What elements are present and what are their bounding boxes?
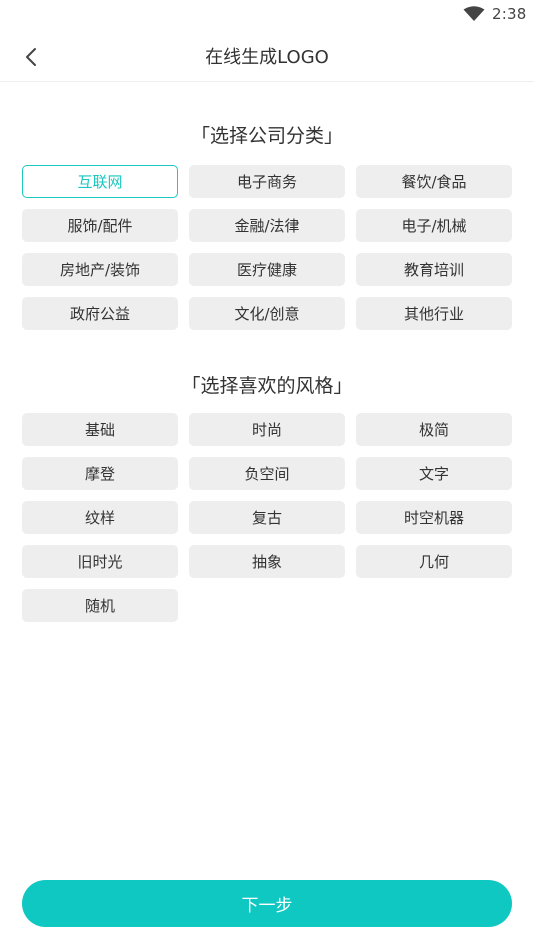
page-title: 在线生成LOGO bbox=[205, 47, 329, 68]
style-chip[interactable]: 时空机器 bbox=[356, 501, 512, 534]
category-chip[interactable]: 房地产/装饰 bbox=[22, 253, 178, 286]
style-grid: 基础 时尚 极简摩登 负空间 文字纹样 复古 时空机器旧时光 抽象 几何随机 bbox=[22, 413, 512, 622]
style-section-title: 「选择喜欢的风格」 bbox=[181, 375, 353, 397]
category-chip[interactable]: 金融/法律 bbox=[189, 209, 345, 242]
category-chip[interactable]: 政府公益 bbox=[22, 297, 178, 330]
category-section-title: 「选择公司分类」 bbox=[190, 125, 343, 147]
category-chip[interactable]: 互联网 bbox=[22, 165, 178, 198]
style-chip[interactable]: 抽象 bbox=[189, 545, 345, 578]
wifi-icon bbox=[463, 6, 485, 21]
style-chip[interactable]: 旧时光 bbox=[22, 545, 178, 578]
category-chip[interactable]: 其他行业 bbox=[356, 297, 512, 330]
style-chip[interactable]: 极简 bbox=[356, 413, 512, 446]
category-chip[interactable]: 餐饮/食品 bbox=[356, 165, 512, 198]
style-chip[interactable]: 纹样 bbox=[22, 501, 178, 534]
category-grid: 互联网 电子商务 餐饮/食品服饰/配件 金融/法律 电子/机械房地产/装饰 医疗健康 教育培… bbox=[22, 165, 512, 330]
style-chip[interactable]: 几何 bbox=[356, 545, 512, 578]
status-time: 2:38 bbox=[492, 5, 527, 23]
category-chip[interactable]: 服饰/配件 bbox=[22, 209, 178, 242]
style-chip[interactable]: 随机 bbox=[22, 589, 178, 622]
next-step-button[interactable]: 下一步 bbox=[22, 880, 512, 927]
category-chip[interactable]: 电子/机械 bbox=[356, 209, 512, 242]
style-chip[interactable]: 摩登 bbox=[22, 457, 178, 490]
category-chip[interactable]: 医疗健康 bbox=[189, 253, 345, 286]
style-chip[interactable]: 文字 bbox=[356, 457, 512, 490]
style-chip[interactable]: 负空间 bbox=[189, 457, 345, 490]
style-chip[interactable]: 时尚 bbox=[189, 413, 345, 446]
style-chip[interactable]: 基础 bbox=[22, 413, 178, 446]
style-chip[interactable]: 复古 bbox=[189, 501, 345, 534]
category-chip[interactable]: 电子商务 bbox=[189, 165, 345, 198]
category-chip[interactable]: 文化/创意 bbox=[189, 297, 345, 330]
header: 在线生成LOGO bbox=[0, 30, 534, 82]
status-bar: 2:38 bbox=[0, 0, 534, 30]
category-chip[interactable]: 教育培训 bbox=[356, 253, 512, 286]
